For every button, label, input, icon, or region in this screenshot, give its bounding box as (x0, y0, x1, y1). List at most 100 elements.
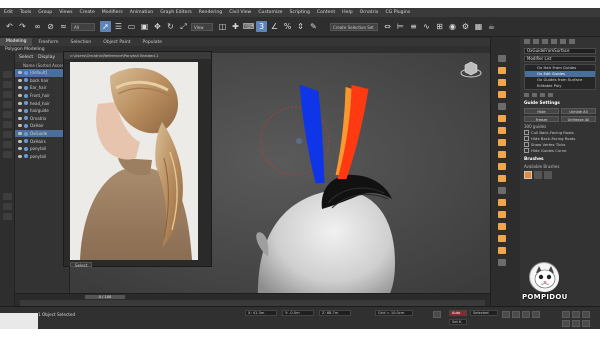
go-to-start-icon[interactable] (502, 311, 510, 318)
scene-row[interactable]: head_hair (15, 99, 69, 107)
tab-selection[interactable]: Selection (65, 40, 98, 45)
strand-multiplier-icon[interactable] (498, 235, 506, 242)
visibility-eye-icon[interactable] (18, 132, 22, 136)
scale-icon[interactable]: ⤢ (178, 21, 189, 32)
filter-spacewarps-icon[interactable] (3, 121, 12, 128)
move-icon[interactable]: ✥ (152, 21, 163, 32)
motion-panel-icon[interactable] (551, 39, 557, 44)
add-time-tag-icon[interactable] (433, 311, 441, 318)
display-all-icon[interactable] (3, 193, 12, 200)
filter-geometry-icon[interactable] (3, 71, 12, 78)
modifier-list-dropdown[interactable]: Modifier List (524, 56, 596, 62)
surface-comb-icon[interactable] (498, 163, 506, 170)
maxscript-listener-mini[interactable] (0, 313, 38, 329)
zoom-icon[interactable] (562, 311, 570, 318)
unfreeze-all-button[interactable]: Unfreeze All (561, 116, 596, 122)
pivot-center-icon[interactable]: ◫ (217, 21, 228, 32)
tab-select[interactable]: Select (19, 55, 33, 60)
cull-back-facing-roots-checkbox[interactable]: Cull Back-Facing Roots (524, 130, 596, 135)
freeze-button[interactable]: Freeze (524, 116, 559, 122)
tab-display[interactable]: Display (38, 55, 55, 60)
reference-image-window[interactable]: c:\Users\Ornatrix\Reference\Ponytail Bra… (63, 51, 212, 268)
menu-item-scripting[interactable]: Scripting (289, 10, 309, 15)
window-crossing-icon[interactable]: ▣ (139, 21, 150, 32)
show-end-result-icon[interactable] (532, 93, 537, 97)
z-coordinate-field[interactable]: Z: 68.7m (319, 310, 351, 316)
hair-from-guides-icon[interactable] (498, 67, 506, 74)
scene-row[interactable]: Front_hair (15, 92, 69, 100)
clump-icon[interactable] (498, 127, 506, 134)
play-icon[interactable] (522, 311, 530, 318)
selection-filter-dropdown[interactable]: All (71, 23, 95, 31)
menu-item-cg-plugins[interactable]: CG Plugins (386, 10, 411, 15)
strand-length-icon[interactable] (498, 139, 506, 146)
key-filter-dropdown[interactable]: Selected (470, 310, 498, 316)
scene-row[interactable]: Ear_hair (15, 84, 69, 92)
field-of-view-icon[interactable] (572, 320, 580, 327)
link-icon[interactable]: ∞ (32, 21, 43, 32)
rotate-strands-icon[interactable] (498, 247, 506, 254)
set-key-button[interactable]: Set K. (449, 319, 467, 325)
modify-panel-icon[interactable] (533, 39, 539, 44)
remove-modifier-icon[interactable] (548, 93, 553, 97)
menu-item-group[interactable]: Group (38, 10, 52, 15)
render-frame-icon[interactable]: ▦ (473, 21, 484, 32)
align-icon[interactable]: ⊨ (395, 21, 406, 32)
unhide-all-button[interactable]: Unhide All (561, 108, 596, 114)
menu-item-customize[interactable]: Customize (258, 10, 282, 15)
menu-item-tools[interactable]: Tools (20, 10, 31, 15)
frizz-icon[interactable] (498, 103, 506, 110)
visibility-eye-icon[interactable] (18, 116, 22, 120)
gravity-icon[interactable] (498, 175, 506, 182)
maximize-viewport-icon[interactable] (582, 320, 590, 327)
menu-item-graph-editors[interactable]: Graph Editors (160, 10, 192, 15)
layer-manager-icon[interactable]: ≡ (408, 21, 419, 32)
curve-editor-icon[interactable]: ∿ (421, 21, 432, 32)
scatter-icon[interactable] (498, 259, 506, 266)
filter-cameras-icon[interactable] (3, 101, 12, 108)
hierarchy-panel-icon[interactable] (542, 39, 548, 44)
visibility-eye-icon[interactable] (18, 154, 22, 158)
display-none-icon[interactable] (3, 203, 12, 210)
brushes-title[interactable]: Brushes (524, 157, 596, 162)
schematic-view-icon[interactable]: ⊞ (434, 21, 445, 32)
tab-object-paint[interactable]: Object Paint (97, 40, 136, 45)
length-brush-icon[interactable] (534, 171, 542, 179)
render-icon[interactable]: ☕ (486, 21, 497, 32)
rectangular-region-icon[interactable]: ▭ (126, 21, 137, 32)
edit-named-selection-icon[interactable]: ✎ (308, 21, 319, 32)
strand-propagation-icon[interactable] (498, 223, 506, 230)
visibility-eye-icon[interactable] (18, 94, 22, 98)
filter-lights-icon[interactable] (3, 91, 12, 98)
filter-bones-icon[interactable] (3, 151, 12, 158)
mesh-from-strands-icon[interactable] (498, 211, 506, 218)
hide-back-facing-roots-checkbox[interactable]: Hide Back-Facing Roots (524, 136, 596, 141)
pin-stack-icon[interactable] (524, 93, 529, 97)
keyboard-shortcut-icon[interactable]: ⌨ (243, 21, 255, 32)
previous-frame-icon[interactable] (512, 311, 520, 318)
name-column-header[interactable]: Name (Sorted Ascend (15, 62, 69, 69)
visibility-eye-icon[interactable] (18, 139, 22, 143)
pan-view-icon[interactable] (582, 311, 590, 318)
create-tab-icon[interactable] (498, 55, 506, 62)
guide-settings-title[interactable]: Guide Settings (524, 101, 596, 106)
auto-key-button[interactable]: Auto (449, 310, 467, 316)
bind-space-warp-icon[interactable]: ≈ (58, 21, 69, 32)
scene-row[interactable]: OxGuide (15, 129, 69, 138)
mirror-icon[interactable]: ⇔ (382, 21, 393, 32)
braid-icon[interactable] (498, 151, 506, 158)
menu-item-help[interactable]: Help (342, 10, 352, 15)
snaps-toggle-icon[interactable]: 3 (256, 21, 267, 32)
display-invert-icon[interactable] (3, 213, 12, 220)
scene-row[interactable]: back hair (15, 77, 69, 85)
render-setup-icon[interactable]: ⚙ (460, 21, 471, 32)
scene-row[interactable]: OxHair (15, 122, 69, 130)
scene-row[interactable]: OxHairs (15, 137, 69, 145)
guides-from-surface-icon[interactable] (498, 91, 506, 98)
scene-row[interactable]: Ornatrix (15, 115, 69, 123)
puff-brush-icon[interactable] (544, 171, 552, 179)
unlink-icon[interactable]: ⊘ (45, 21, 56, 32)
orbit-icon[interactable] (562, 320, 570, 327)
x-coordinate-field[interactable]: X: 41.3m (245, 310, 277, 316)
comb-brush-icon[interactable] (524, 171, 532, 179)
